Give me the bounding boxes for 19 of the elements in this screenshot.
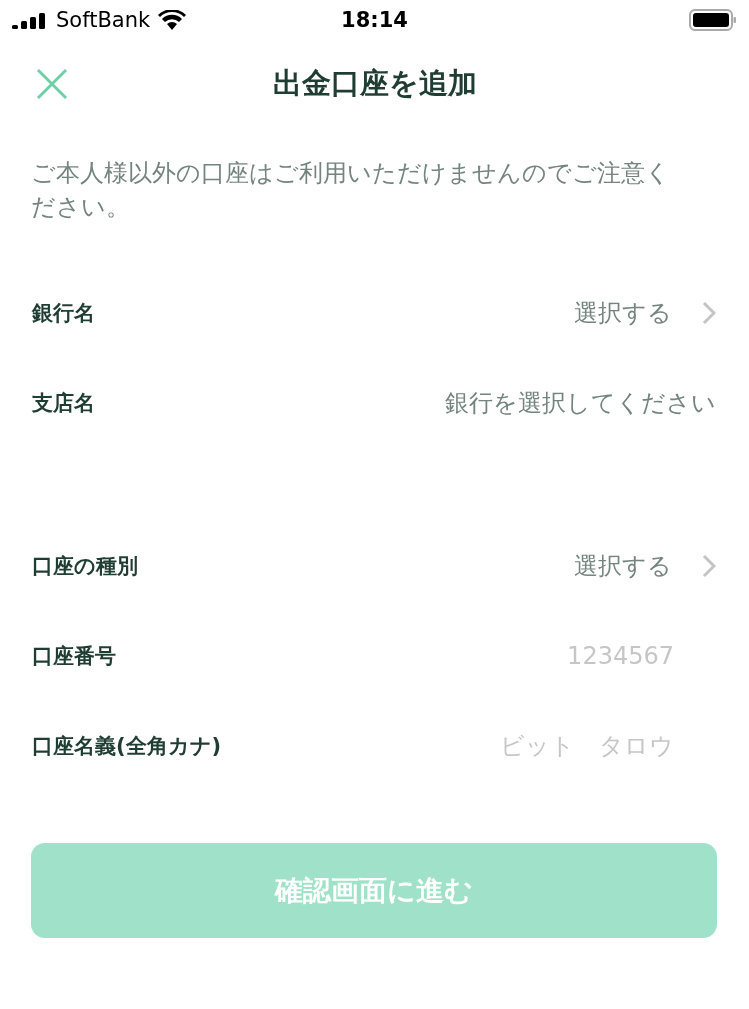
select-field[interactable]: 選択する <box>574 297 716 329</box>
field-label: 支店名 <box>32 390 95 417</box>
field-label: 銀行名 <box>32 300 95 327</box>
field-label: 口座名義(全角カナ) <box>32 733 222 760</box>
chevron-right-icon <box>702 554 716 578</box>
select-field[interactable]: 選択する <box>574 550 716 582</box>
battery-icon <box>689 9 737 31</box>
notice-text: ご本人様以外の口座はご利用いただけませんのでご注意ください。 <box>31 158 671 223</box>
field-label: 口座番号 <box>32 643 116 670</box>
field-label: 口座の種別 <box>32 553 138 580</box>
input-field[interactable]: ビット タロウ <box>376 731 676 761</box>
field-hint: 銀行を選択してください <box>445 388 716 419</box>
chevron-right-icon <box>702 301 716 325</box>
wifi-icon <box>158 10 187 30</box>
clock-time: 18:14 <box>341 8 408 32</box>
signal-icon <box>12 11 48 29</box>
input-field[interactable]: 1234567 <box>376 641 676 671</box>
carrier-name: SoftBank <box>56 8 151 32</box>
screen-title: 出金口座を追加 <box>272 65 477 102</box>
